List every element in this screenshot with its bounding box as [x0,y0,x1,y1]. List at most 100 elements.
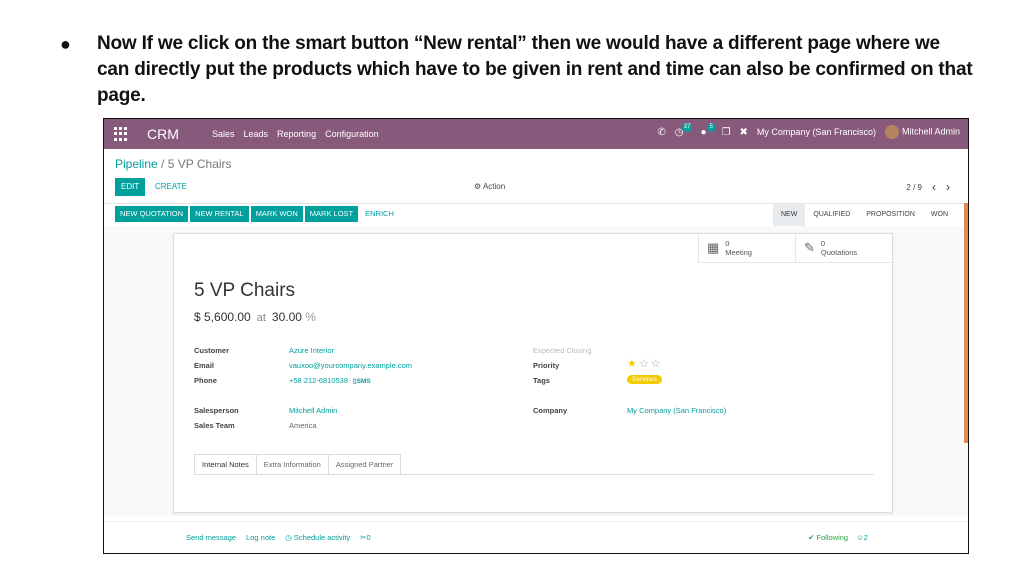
meeting-smart-button[interactable]: ▦ 0 Meeting [698,234,795,262]
tags-label: Tags [533,376,550,385]
form-sheet: ▦ 0 Meeting ✎ 0 Quotations 5 VP Chairs $ 5… [173,233,893,513]
close-icon[interactable]: ✖ [740,127,748,138]
phone-label: Phone [194,376,217,385]
expected-closing-label: Expected Closing [533,346,592,355]
menu-reporting[interactable]: Reporting [277,129,316,139]
stage-proposition[interactable]: PROPOSITION [858,204,923,226]
priority-label: Priority [533,361,560,370]
customer-label: Customer [194,346,230,355]
percent-sign: % [305,310,316,324]
expected-revenue[interactable]: $ 5,600.00 at 30.00 % [194,310,316,324]
stage-new[interactable]: NEW [772,204,806,226]
quotations-smart-button[interactable]: ✎ 0 Quotations [795,234,892,262]
revenue-value: $ 5,600.00 [194,310,251,324]
phone-icon[interactable]: ✆ [657,127,665,138]
notebook-tabs: Internal Notes Extra Information Assigne… [194,454,874,475]
at-label: at [256,312,266,324]
clock-icon: ◷ [285,533,292,542]
new-quotation-button[interactable]: NEW QUOTATION [115,206,189,222]
salesperson-label: Salesperson [194,406,239,415]
user-name: Mitchell Admin [901,126,960,137]
action-menu[interactable]: ⚙ Action [474,182,505,191]
chevron-left-icon[interactable]: ‹ [932,180,936,194]
breadcrumb-current: 5 VP Chairs [167,157,232,171]
meeting-count: 0 [725,239,730,248]
chat-icon[interactable]: ● 5 [701,122,715,138]
user-menu[interactable]: Mitchell Admin [884,125,960,139]
gift-icon[interactable]: ❐ [722,127,731,138]
chevron-right-icon[interactable]: › [946,180,950,194]
scrollbar[interactable] [964,203,968,443]
sales-team-field[interactable]: America [289,421,317,430]
pager-value[interactable]: 2 / 9 [906,183,922,192]
stage-won[interactable]: WON [923,204,956,226]
chatter-followers: ✔ Following ☺2 [808,533,868,542]
check-icon: ✔ [808,533,815,542]
star-icon[interactable]: ★ [627,358,639,370]
messages-badge: 5 [707,122,715,132]
activity-icon[interactable]: ◷ 37 [675,122,693,138]
email-label: Email [194,361,215,370]
schedule-activity-label: Schedule activity [293,533,351,542]
meeting-label: Meeting [725,248,752,257]
quotations-count: 0 [820,239,826,248]
chatter-actions: Send message Log note ◷ Schedule activit… [186,533,371,542]
company-field[interactable]: My Company (San Francisco) [627,406,726,415]
app-brand[interactable]: CRM [147,126,179,142]
attachments-button[interactable]: ✂0 [360,533,370,542]
pager: 2 / 9 ‹ › [906,180,950,194]
sms-label: SMS [356,378,371,385]
priority-stars[interactable]: ★☆☆ [627,357,663,370]
log-note-button[interactable]: Log note [246,533,275,542]
mark-lost-button[interactable]: MARK LOST [304,206,359,222]
avatar [884,125,899,139]
apps-menu-icon[interactable] [114,127,128,141]
slide-caption: Now If we click on the smart button “New… [97,33,973,106]
phone-value: +58 212-6810538 [289,376,349,385]
new-rental-button[interactable]: NEW RENTAL [190,206,249,222]
company-label: Company [533,406,568,415]
followers-button[interactable]: ☺2 [856,533,868,542]
sms-button[interactable]: ▯SMS [353,378,371,385]
sales-team-label: Sales Team [194,421,235,430]
phone-field[interactable]: +58 212-6810538 ▯SMS [289,376,371,385]
company-switcher[interactable]: My Company (San Francisco) [757,127,876,137]
breadcrumb-separator: / [161,157,165,171]
schedule-activity-button[interactable]: ◷ Schedule activity [285,533,350,542]
tab-extra-information[interactable]: Extra Information [255,454,329,474]
menu-configuration[interactable]: Configuration [325,129,379,139]
action-label: Action [482,182,506,191]
enrich-button[interactable]: ENRICH [360,206,399,222]
breadcrumb: Pipeline / 5 VP Chairs [115,157,232,171]
menu-sales[interactable]: Sales [212,129,235,139]
mark-won-button[interactable]: MARK WON [250,206,303,222]
breadcrumb-pipeline[interactable]: Pipeline [115,157,158,171]
salesperson-field[interactable]: Mitchell Admin [289,406,337,415]
menu-leads[interactable]: Leads [244,129,269,139]
tab-assigned-partner[interactable]: Assigned Partner [327,454,402,474]
status-bar: NEW QUOTATION NEW RENTAL MARK WON MARK L… [104,203,968,227]
calendar-icon: ▦ [707,240,720,255]
email-field[interactable]: vauxoo@yourcompany.example.com [289,361,412,370]
star-empty-icon[interactable]: ☆ [651,358,663,370]
following-label: Following [816,533,849,542]
edit-document-icon: ✎ [804,240,815,255]
edit-button[interactable]: EDIT [115,178,146,196]
followers-count: 2 [863,533,868,542]
tag-badge[interactable]: Services [627,375,662,384]
top-navbar: CRM Sales Leads Reporting Configuration … [104,119,968,149]
star-empty-icon[interactable]: ☆ [639,358,651,370]
user-icon: ☺ [856,533,864,542]
gear-icon: ⚙ [474,182,482,191]
header-buttons: NEW QUOTATION NEW RENTAL MARK WON MARK L… [115,206,399,222]
create-button[interactable]: CREATE [151,178,191,196]
send-message-button[interactable]: Send message [186,533,236,542]
following-button[interactable]: ✔ Following [808,533,848,542]
attachments-count: 0 [366,533,371,542]
navbar-systray: ✆ ◷ 37 ● 5 ❐ ✖ My Company (San Francisco) … [657,122,960,139]
tab-internal-notes[interactable]: Internal Notes [194,454,257,474]
slide-bullet: ● [60,34,71,54]
customer-field[interactable]: Azure Interior [289,346,334,355]
record-title[interactable]: 5 VP Chairs [194,280,295,302]
stage-qualified[interactable]: QUALIFIED [805,204,858,226]
